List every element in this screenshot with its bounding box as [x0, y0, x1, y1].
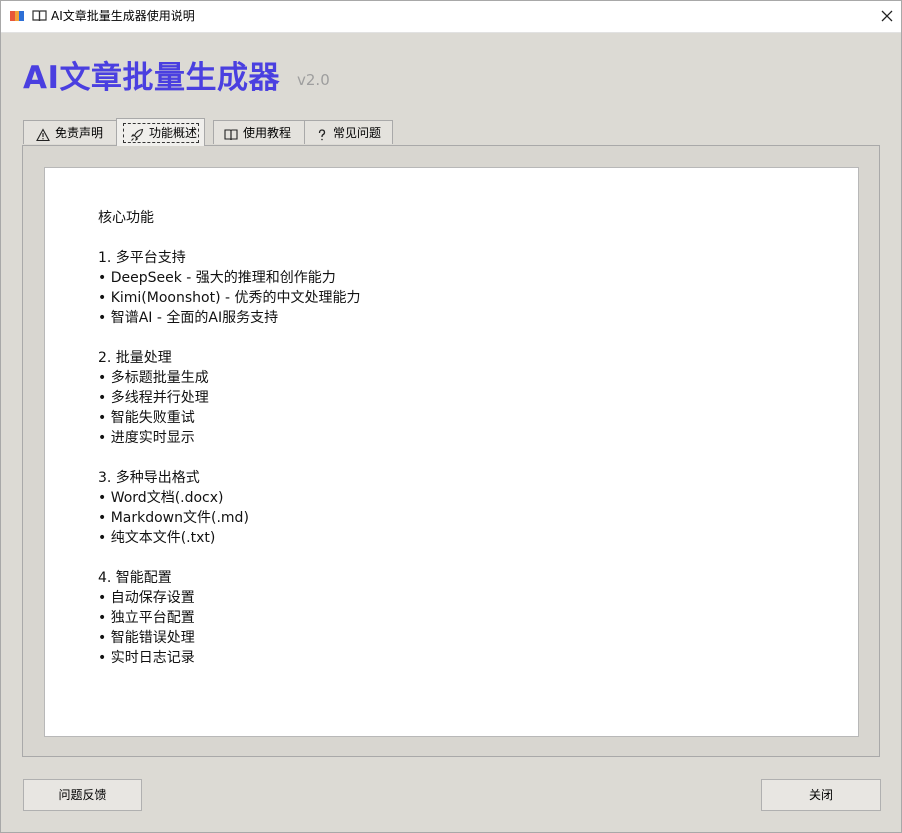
- version-label: v2.0: [297, 71, 330, 89]
- tab-features[interactable]: 功能概述: [116, 118, 205, 146]
- book-icon: [224, 126, 238, 141]
- close-button[interactable]: 关闭: [761, 779, 881, 811]
- tab-label: 功能概述: [149, 126, 198, 140]
- tab-disclaimer[interactable]: 免责声明: [23, 120, 117, 144]
- content-text-area[interactable]: 核心功能 1. 多平台支持 • DeepSeek - 强大的推理和创作能力 • Kim…: [44, 167, 859, 737]
- content-line: • 智能错误处理: [98, 630, 195, 646]
- content-line: • 多线程并行处理: [98, 390, 209, 406]
- dialog-window: AI文章批量生成器使用说明 AI文章批量生成器 v2.0 免责声明 功能概述 使…: [0, 0, 902, 833]
- warning-icon: [36, 126, 50, 142]
- content-line: • 纯文本文件(.txt): [98, 530, 216, 546]
- content-line: • Word文档(.docx): [98, 490, 224, 506]
- content-line: 2. 批量处理: [98, 350, 172, 366]
- content-line: 1. 多平台支持: [98, 250, 186, 266]
- app-logo-icon: [10, 10, 24, 22]
- content-lines: 核心功能 1. 多平台支持 • DeepSeek - 强大的推理和创作能力 • Kim…: [98, 208, 361, 668]
- content-line: • Markdown文件(.md): [98, 510, 249, 526]
- content-line: • DeepSeek - 强大的推理和创作能力: [98, 270, 336, 286]
- content-line: • 进度实时显示: [98, 430, 195, 446]
- tab-tutorial[interactable]: 使用教程: [213, 120, 305, 144]
- content-line: 3. 多种导出格式: [98, 470, 200, 486]
- content-line: • 多标题批量生成: [98, 370, 209, 386]
- app-heading: AI文章批量生成器: [23, 60, 281, 96]
- tab-label: 使用教程: [243, 126, 292, 140]
- rocket-icon: [130, 126, 144, 142]
- tab-label: 免责声明: [55, 126, 104, 140]
- close-icon: [881, 10, 893, 22]
- tab-label: 常见问题: [333, 126, 382, 140]
- content-line: • 智能失败重试: [98, 410, 195, 426]
- content-line: 4. 智能配置: [98, 570, 172, 586]
- tab-faq[interactable]: 常见问题: [304, 120, 393, 144]
- question-icon: [315, 126, 329, 141]
- content-line: • 实时日志记录: [98, 650, 195, 666]
- content-line: • 自动保存设置: [98, 590, 195, 606]
- content-line: • 独立平台配置: [98, 610, 195, 626]
- feedback-button[interactable]: 问题反馈: [23, 779, 142, 811]
- close-window-button[interactable]: [873, 2, 901, 30]
- content-line: • Kimi(Moonshot) - 优秀的中文处理能力: [98, 290, 361, 306]
- book-icon: [32, 9, 47, 23]
- title-bar: AI文章批量生成器使用说明: [1, 1, 901, 33]
- window-title: AI文章批量生成器使用说明: [51, 9, 195, 23]
- content-line: • 智谱AI - 全面的AI服务支持: [98, 310, 279, 326]
- content-line: 核心功能: [98, 210, 154, 226]
